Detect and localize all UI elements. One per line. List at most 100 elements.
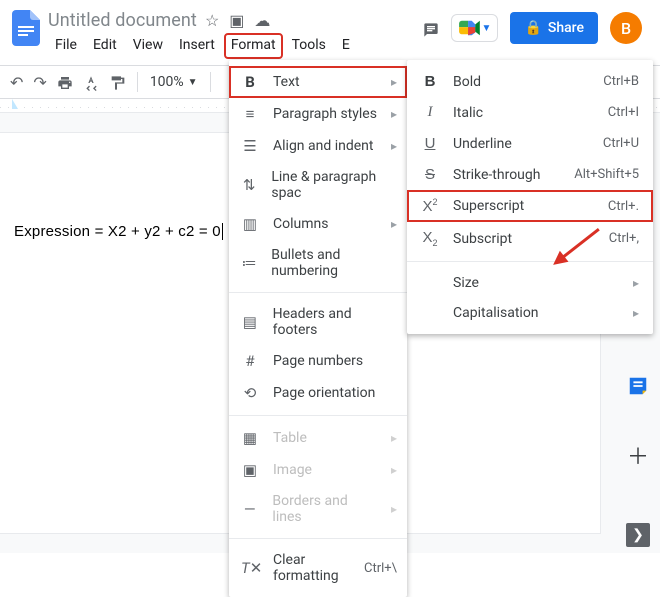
menu-extensions-truncated[interactable]: E (335, 33, 357, 59)
submenu-arrow-icon: ▸ (391, 502, 397, 516)
menu-file[interactable]: File (48, 33, 84, 59)
borders-icon: ― (241, 500, 258, 518)
document-title[interactable]: Untitled document (48, 10, 197, 31)
text-size-item[interactable]: Size ▸ (407, 268, 653, 298)
submenu-arrow-icon: ▸ (391, 217, 397, 231)
text-bold-item[interactable]: B Bold Ctrl+B (407, 66, 653, 97)
menu-insert[interactable]: Insert (172, 33, 222, 59)
menu-view[interactable]: View (126, 33, 170, 59)
clear-format-icon: T✕ (241, 559, 259, 577)
star-icon[interactable]: ☆ (205, 11, 219, 30)
spellcheck-icon[interactable] (83, 73, 99, 92)
text-capitalisation-item[interactable]: Capitalisation ▸ (407, 298, 653, 328)
submenu-arrow-icon: ▸ (391, 431, 397, 445)
shortcut-label: Ctrl+I (608, 105, 639, 120)
menu-divider (407, 261, 653, 262)
menu-edit[interactable]: Edit (86, 33, 124, 59)
format-item-label: Page orientation (273, 385, 375, 401)
subscript-icon: X2 (421, 229, 439, 248)
format-item-label: Table (273, 430, 307, 446)
lock-icon: 🔒 (524, 20, 541, 36)
print-icon[interactable] (57, 73, 73, 92)
format-page-orientation-item[interactable]: ⟲ Page orientation (229, 377, 407, 409)
format-item-label: Image (273, 462, 312, 478)
paint-format-icon[interactable] (109, 73, 125, 92)
format-item-label: Align and indent (273, 138, 374, 154)
format-item-label: Headers and footers (273, 306, 397, 338)
format-page-numbers-item[interactable]: # Page numbers (229, 345, 407, 377)
keep-icon[interactable] (627, 375, 649, 401)
text-italic-item[interactable]: I Italic Ctrl+I (407, 97, 653, 128)
menu-divider (229, 292, 407, 293)
superscript-icon: X2 (421, 197, 439, 215)
share-button[interactable]: 🔒 Share (510, 12, 598, 44)
text-strikethrough-item[interactable]: S Strike-through Alt+Shift+5 (407, 159, 653, 190)
menu-tools[interactable]: Tools (285, 33, 333, 59)
account-avatar[interactable]: B (610, 12, 642, 44)
submenu-item-label: Bold (453, 74, 481, 90)
menu-format[interactable]: Format (224, 33, 283, 59)
collapse-panel-icon[interactable]: ❯ (626, 523, 650, 547)
submenu-arrow-icon: ▸ (391, 75, 397, 89)
underline-icon: U (421, 135, 439, 152)
format-clear-item[interactable]: T✕ Clear formatting Ctrl+\ (229, 545, 407, 591)
format-item-label: Clear formatting (273, 552, 350, 584)
submenu-arrow-icon: ▸ (391, 107, 397, 121)
share-label: Share (548, 20, 584, 36)
toolbar-separator (137, 72, 138, 92)
submenu-item-label: Italic (453, 105, 483, 121)
submenu-item-label: Subscript (453, 231, 512, 247)
format-columns-item[interactable]: ▥ Columns ▸ (229, 208, 407, 240)
format-line-spacing-item[interactable]: ⇅ Line & paragraph spac (229, 162, 407, 208)
title-icons: ☆ ▣ ☁ (205, 11, 270, 30)
move-icon[interactable]: ▣ (229, 11, 244, 30)
redo-icon[interactable]: ↷ (33, 73, 46, 92)
table-icon: ▦ (241, 429, 259, 447)
format-item-label: Columns (273, 216, 328, 232)
format-item-label: Paragraph styles (273, 106, 377, 122)
bold-icon: B (421, 73, 439, 90)
format-borders-item: ― Borders and lines ▸ (229, 486, 407, 532)
comment-history-icon[interactable] (423, 16, 439, 40)
zoom-caret-icon: ▼ (188, 77, 198, 88)
paragraph-styles-icon: ≡ (241, 105, 259, 123)
zoom-value: 100% (150, 74, 184, 90)
bold-icon: B (241, 73, 259, 91)
menu-divider (229, 538, 407, 539)
docs-logo-icon[interactable] (8, 10, 44, 46)
text-submenu: B Bold Ctrl+B I Italic Ctrl+I U Underlin… (407, 60, 653, 334)
text-subscript-item[interactable]: X2 Subscript Ctrl+, (407, 222, 653, 255)
zoom-selector[interactable]: 100% ▼ (150, 74, 198, 90)
text-superscript-item[interactable]: X2 Superscript Ctrl+. (407, 190, 653, 222)
format-item-label: Bullets and numbering (271, 247, 397, 279)
add-addon-icon[interactable]: ＋ (627, 439, 649, 471)
text-underline-item[interactable]: U Underline Ctrl+U (407, 128, 653, 159)
cloud-status-icon[interactable]: ☁ (254, 11, 270, 30)
format-image-item: ▣ Image ▸ (229, 454, 407, 486)
title-area: Untitled document ☆ ▣ ☁ File Edit View I… (46, 6, 423, 65)
line-spacing-icon: ⇅ (241, 176, 257, 194)
orientation-icon: ⟲ (241, 384, 259, 402)
document-text[interactable]: Expression = X2 + y2 + c2 = 0 (14, 223, 223, 240)
submenu-arrow-icon: ▸ (391, 139, 397, 153)
format-paragraph-styles-item[interactable]: ≡ Paragraph styles ▸ (229, 98, 407, 130)
undo-icon[interactable]: ↶ (10, 73, 23, 92)
submenu-item-label: Underline (453, 136, 512, 152)
shortcut-label: Ctrl+\ (364, 561, 397, 576)
format-item-label: Borders and lines (272, 493, 377, 525)
strikethrough-icon: S (421, 166, 439, 183)
columns-icon: ▥ (241, 215, 259, 233)
hash-icon: # (241, 352, 259, 370)
toolbar-separator (210, 72, 211, 92)
meet-caret-icon: ▼ (482, 23, 492, 34)
submenu-item-label: Size (453, 275, 479, 291)
format-headers-footers-item[interactable]: ▤ Headers and footers (229, 299, 407, 345)
format-item-label: Line & paragraph spac (271, 169, 397, 201)
format-text-item[interactable]: B Text ▸ (229, 66, 407, 98)
submenu-item-label: Strike-through (453, 167, 540, 183)
format-align-indent-item[interactable]: ☰ Align and indent ▸ (229, 130, 407, 162)
meet-button[interactable]: ▼ (451, 14, 499, 42)
submenu-item-label: Capitalisation (453, 305, 539, 321)
shortcut-label: Ctrl+, (609, 231, 639, 246)
format-bullets-item[interactable]: ≔ Bullets and numbering (229, 240, 407, 286)
